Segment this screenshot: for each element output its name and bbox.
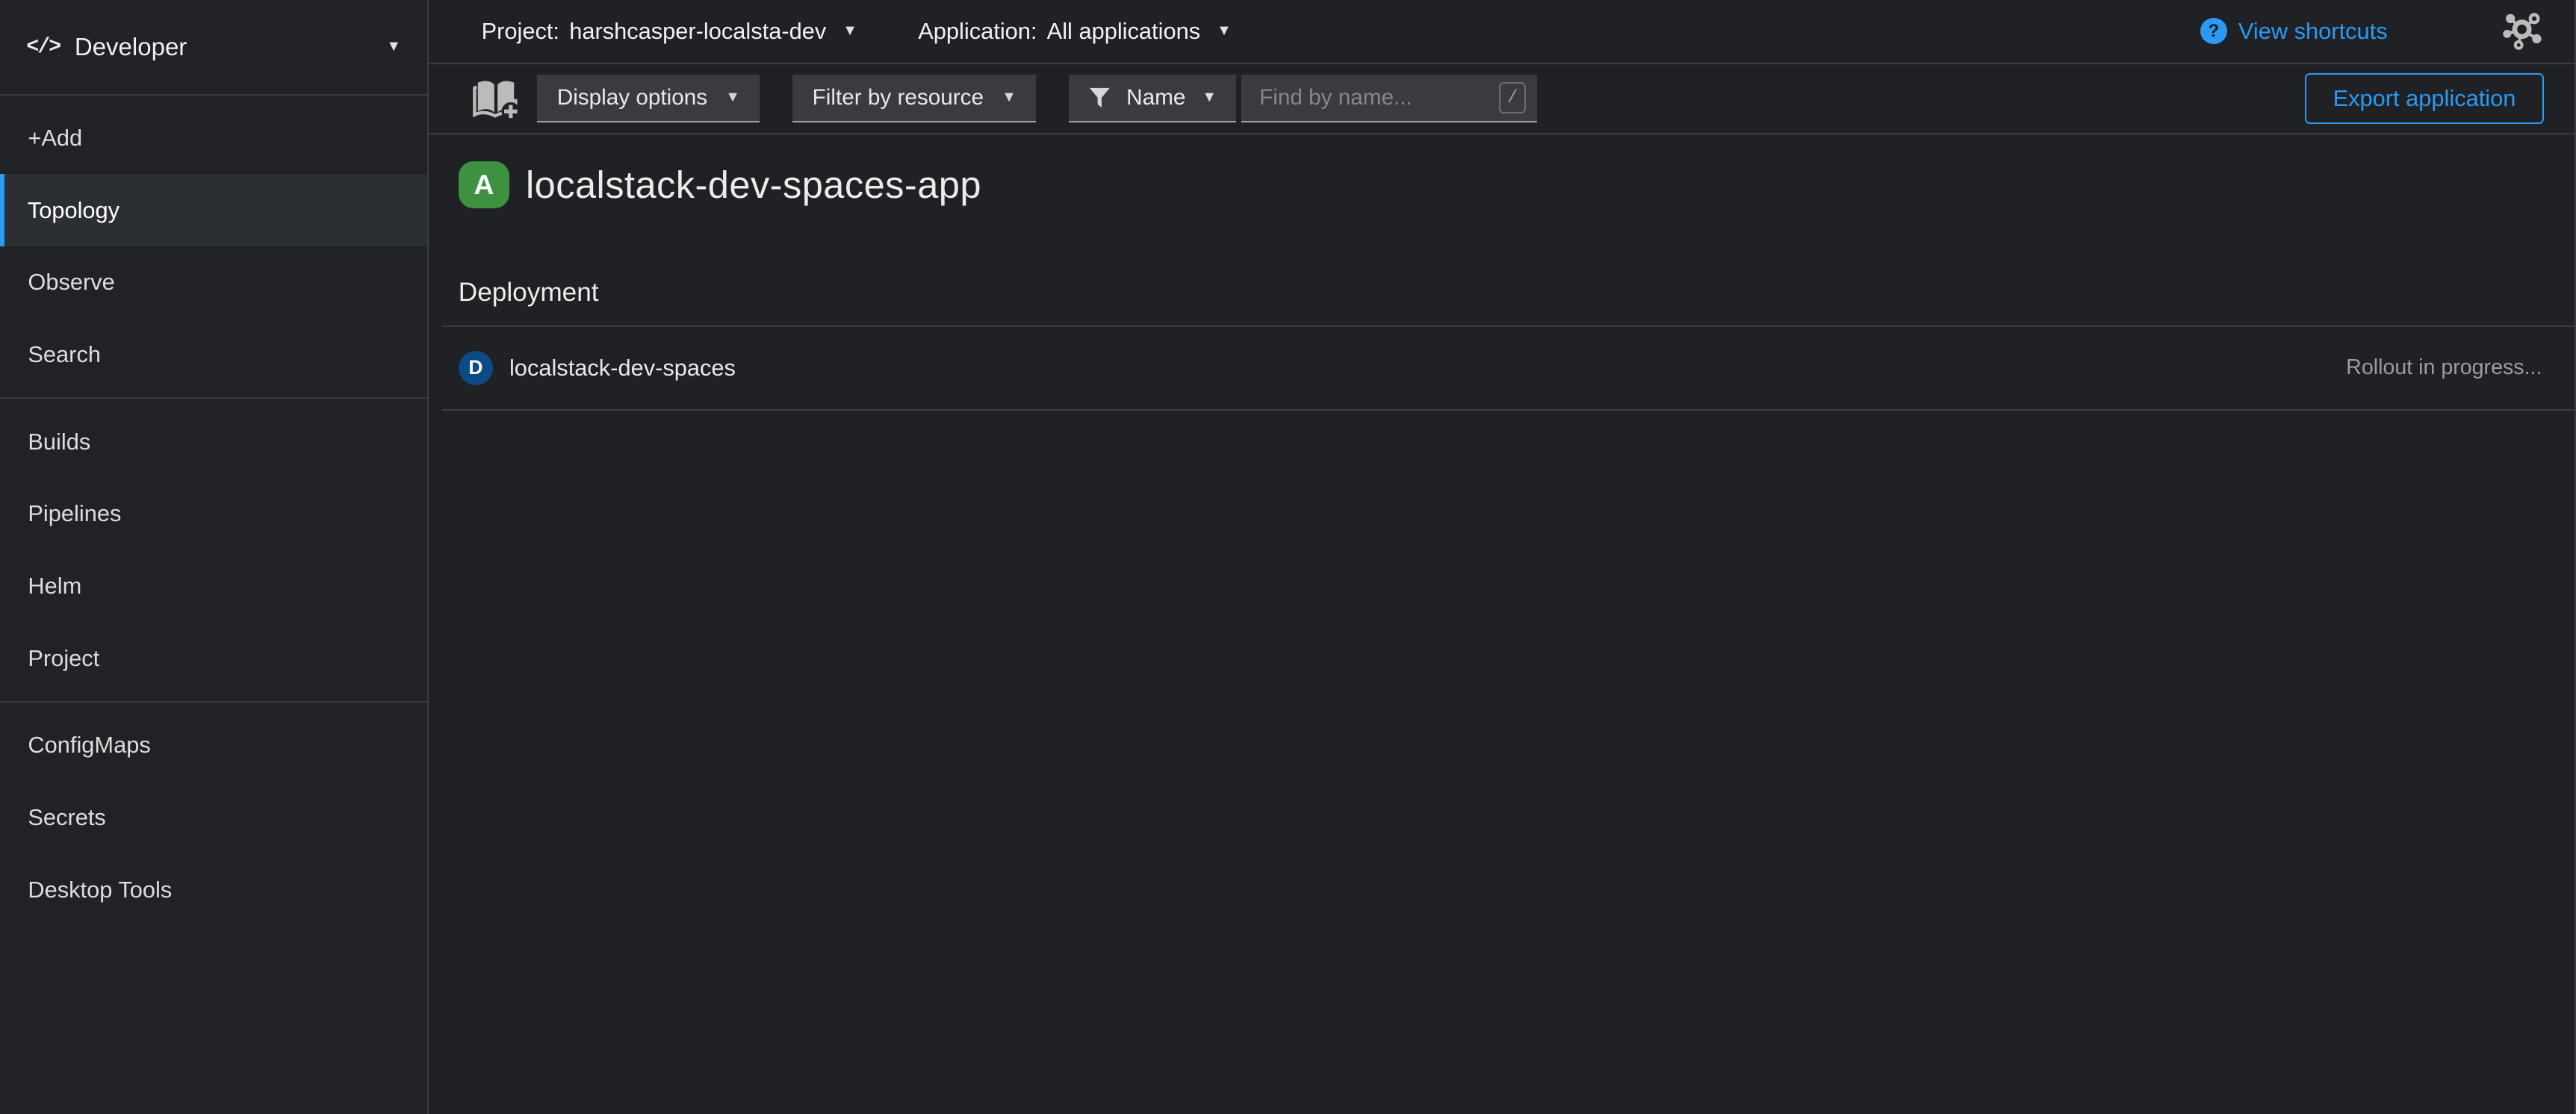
openshift-developer-console: </> Developer ▼ +Add Topology Observe Se… xyxy=(0,0,2576,1114)
sidebar-item-add[interactable]: +Add xyxy=(0,102,427,174)
perspective-label: Developer xyxy=(75,33,187,61)
slash-shortcut-key: / xyxy=(1499,82,1525,113)
name-filter-dropdown[interactable]: Name ▼ xyxy=(1069,75,1236,122)
project-dropdown[interactable]: Project: harshcasper-localsta-dev ▼ xyxy=(482,18,857,45)
display-options-label: Display options xyxy=(557,85,707,111)
cluster-network-icon[interactable] xyxy=(2491,7,2554,56)
sidebar-item-desktop-tools[interactable]: Desktop Tools xyxy=(0,854,427,927)
code-brackets-icon: </> xyxy=(26,34,60,59)
chevron-down-icon: ▼ xyxy=(725,90,740,105)
display-options-dropdown[interactable]: Display options ▼ xyxy=(537,75,760,122)
view-shortcuts-label: View shortcuts xyxy=(2238,18,2388,45)
context-bar: Project: harshcasper-localsta-dev ▼ Appl… xyxy=(429,0,2576,64)
filter-funnel-icon xyxy=(1089,87,1111,109)
project-dropdown-label: Project: xyxy=(482,18,559,45)
application-badge: A xyxy=(459,161,509,209)
view-shortcuts-link[interactable]: ? View shortcuts xyxy=(2200,18,2387,45)
resource-list: D localstack-dev-spaces Rollout in progr… xyxy=(442,326,2576,411)
sidebar-item-observe[interactable]: Observe xyxy=(0,246,427,319)
chevron-down-icon: ▼ xyxy=(1217,24,1232,39)
add-to-project-book-icon[interactable] xyxy=(468,74,524,123)
sidebar-item-configmaps[interactable]: ConfigMaps xyxy=(0,709,427,782)
topology-list-view: A localstack-dev-spaces-app Deployment D… xyxy=(429,134,2576,1113)
filter-by-resource-dropdown[interactable]: Filter by resource ▼ xyxy=(792,75,1036,122)
find-by-name-field: / xyxy=(1241,75,1537,122)
deployment-badge: D xyxy=(459,351,493,385)
application-dropdown[interactable]: Application: All applications ▼ xyxy=(918,18,1231,45)
project-dropdown-value: harshcasper-localsta-dev xyxy=(569,18,826,45)
sidebar-item-secrets[interactable]: Secrets xyxy=(0,782,427,854)
topology-toolbar: Display options ▼ Filter by resource ▼ N… xyxy=(429,64,2576,135)
context-bar-right: ? View shortcuts xyxy=(2200,7,2553,56)
sidebar: </> Developer ▼ +Add Topology Observe Se… xyxy=(0,0,429,1114)
application-dropdown-value: All applications xyxy=(1047,18,1200,45)
perspective-switcher[interactable]: </> Developer ▼ xyxy=(0,0,427,96)
question-circle-icon: ? xyxy=(2200,18,2226,44)
sidebar-item-project[interactable]: Project xyxy=(0,623,427,695)
sidebar-divider xyxy=(0,397,427,399)
chevron-down-icon: ▼ xyxy=(1202,90,1217,105)
sidebar-item-search[interactable]: Search xyxy=(0,319,427,391)
sidebar-item-topology[interactable]: Topology xyxy=(0,174,427,246)
name-filter-label: Name xyxy=(1126,85,1185,111)
resource-name: localstack-dev-spaces xyxy=(509,355,736,382)
application-group-header: A localstack-dev-spaces-app xyxy=(459,161,2576,209)
chevron-down-icon: ▼ xyxy=(386,40,401,55)
filter-by-resource-label: Filter by resource xyxy=(813,85,984,111)
find-by-name-input[interactable] xyxy=(1256,84,1500,112)
sidebar-item-pipelines[interactable]: Pipelines xyxy=(0,478,427,550)
application-dropdown-label: Application: xyxy=(918,18,1037,45)
sidebar-item-helm[interactable]: Helm xyxy=(0,550,427,623)
chevron-down-icon: ▼ xyxy=(1002,90,1017,105)
main-area: Project: harshcasper-localsta-dev ▼ Appl… xyxy=(429,0,2576,1114)
application-title: localstack-dev-spaces-app xyxy=(526,163,981,207)
name-filter-group: Name ▼ / xyxy=(1069,75,1537,122)
sidebar-nav: +Add Topology Observe Search Builds Pipe… xyxy=(0,96,427,927)
resource-status: Rollout in progress... xyxy=(2346,355,2542,380)
sidebar-divider xyxy=(0,701,427,703)
chevron-down-icon: ▼ xyxy=(842,24,857,39)
table-row-deployment[interactable]: D localstack-dev-spaces Rollout in progr… xyxy=(442,327,2576,409)
sidebar-item-builds[interactable]: Builds xyxy=(0,405,427,478)
resource-section-heading: Deployment xyxy=(459,278,2576,308)
export-application-button[interactable]: Export application xyxy=(2305,73,2543,124)
